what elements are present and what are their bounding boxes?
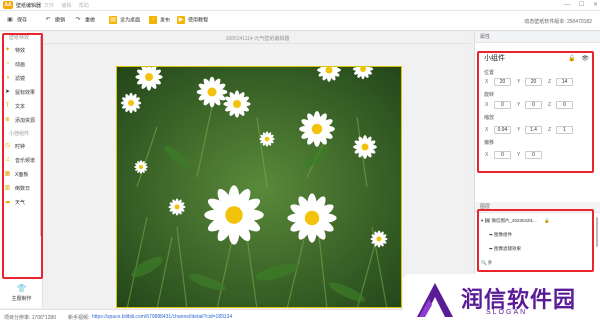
wand-icon: ✦ — [4, 47, 11, 54]
scale-z-field[interactable]: 1 — [556, 126, 573, 134]
app-window: AA 壁纸编辑器 文件 编辑 帮助 — ☐ ✕ ▣ 保存 ↶ 撤销 ↷ 重做 ▤ 设为桌… — [0, 0, 600, 323]
set-desktop-button[interactable]: ▤ 设为桌面 — [109, 16, 140, 24]
layer-item[interactable]: ▾ 🖼 微信图片_2023042l1... 🔒 — [481, 218, 550, 224]
weather-icon: ☁ — [4, 199, 11, 206]
position-label: 位置 — [484, 70, 495, 76]
offset-label: 偏移 — [484, 140, 495, 146]
search-icon: 🔍 — [481, 260, 487, 265]
title-bar: AA 壁纸编辑器 文件 编辑 帮助 — ☐ ✕ — [0, 0, 600, 11]
lock-icon[interactable]: 🔓 — [568, 56, 575, 62]
sidebar-item-add-resource[interactable]: ⊕ 添加资源 — [0, 114, 42, 128]
tutorial-icon: ▶ — [177, 16, 185, 24]
add-resource-icon: ⊕ — [4, 117, 11, 124]
sidebar-item-effects[interactable]: ✦ 特效 — [0, 44, 42, 58]
publish-icon: ↑ — [149, 16, 157, 24]
text-icon: T — [5, 103, 10, 110]
shirt-icon: 👕 — [16, 284, 27, 293]
menu-edit[interactable]: 编辑 — [61, 3, 71, 9]
layer-item[interactable]: 🔍 外 — [481, 260, 492, 266]
canvas-divider — [44, 43, 471, 44]
right-panel: 属性 小组件 🔓 👁 位置 X 20 Y 20 Z 14 旋转 X0 Y0 Z0 缩放… — [474, 32, 600, 308]
sidebar-item-filter[interactable]: ◑ 滤镜 — [0, 72, 42, 86]
left-panel: 壁纸特效 ✦ 特效 ◔ 动画 ◑ 滤镜 ➤ 鼠标效果 T 文本 ⊕ 添加资源 小挂组件 ◷ 时… — [0, 32, 43, 308]
layer-item[interactable]: ➥ 图像滤镜效果 — [489, 246, 521, 252]
rotation-y-field[interactable]: 0 — [525, 101, 542, 109]
sidebar-item-animation[interactable]: ◔ 动画 — [0, 58, 42, 72]
version-text: 动态壁纸软件版本: 250470182 — [524, 19, 592, 25]
minimize-icon[interactable]: — — [564, 2, 570, 8]
arrow-icon: ➥ — [489, 246, 493, 251]
publish-button[interactable]: ↑ 发布 — [149, 16, 170, 24]
set-desktop-icon: ▤ — [109, 16, 117, 24]
maximize-icon[interactable]: ☐ — [579, 2, 584, 8]
wallpaper-image[interactable] — [116, 66, 402, 308]
position-z-field[interactable]: 14 — [556, 78, 573, 86]
panel-icon: ▦ — [4, 171, 11, 178]
group-title-widgets: 小挂组件 — [9, 131, 30, 137]
sidebar-item-clock[interactable]: ◷ 时钟 — [0, 140, 42, 154]
filter-icon: ◑ — [5, 75, 10, 82]
redo-icon: ↷ — [75, 17, 81, 23]
toolbar: ▣ 保存 ↶ 撤销 ↷ 重做 ▤ 设为桌面 ↑ 发布 ▶ 使用教程 动态壁纸软件版本: 25… — [0, 11, 600, 31]
undo-button[interactable]: ↶ 撤销 — [44, 16, 65, 24]
sidebar-item-text[interactable]: T 文本 — [0, 100, 42, 114]
canvas-area: 1685241114-元气壁纸编辑器 — [44, 32, 471, 308]
save-icon: ▣ — [7, 17, 13, 23]
tutorial-label: 新手视频: — [68, 315, 90, 321]
sidebar-item-countdown[interactable]: ▥ 倒数日 — [0, 182, 42, 196]
resolution-text: 项目分辨率: 1706*1280 — [4, 315, 56, 321]
rotation-x-field[interactable]: 0 — [494, 101, 511, 109]
scale-x-field[interactable]: 0.94 — [494, 126, 511, 134]
widget-icons: 🔓 👁 — [564, 55, 589, 62]
watermark-logo: 润信软件园 SLOGAN — [403, 274, 600, 323]
canvas-title: 1685241114-元气壁纸编辑器 — [225, 36, 290, 42]
tutorial-link[interactable]: https://space.bilibili.com/670888431/cha… — [92, 314, 232, 320]
rotation-label: 旋转 — [484, 92, 495, 98]
redo-button[interactable]: ↷ 重做 — [74, 16, 95, 24]
animation-icon: ◔ — [5, 61, 10, 68]
eye-icon[interactable]: 👁 — [581, 56, 589, 62]
cursor-icon: ➤ — [4, 89, 11, 96]
arrow-icon: ➥ — [489, 232, 493, 237]
offset-y-field[interactable]: 0 — [525, 151, 542, 159]
widget-name: 小组件 — [484, 55, 505, 62]
watermark-subtitle: SLOGAN — [486, 309, 528, 316]
window-controls: — ☐ ✕ — [557, 1, 598, 8]
scale-y-field[interactable]: 1.4 — [525, 126, 542, 134]
app-logo: AA — [3, 1, 13, 9]
layers-header: 图层 — [475, 202, 600, 213]
app-title: 壁纸编辑器 — [16, 3, 42, 9]
tutorial-button[interactable]: ▶ 使用教程 — [177, 16, 208, 24]
menu-help[interactable]: 帮助 — [79, 3, 89, 9]
layer-item[interactable]: ➥ 图像组件 — [489, 232, 512, 238]
scale-label: 缩放 — [484, 115, 495, 121]
clock-icon: ◷ — [4, 143, 11, 150]
daisy-photo — [117, 67, 401, 307]
close-icon[interactable]: ✕ — [593, 2, 598, 8]
left-scrollbar[interactable] — [40, 36, 42, 236]
offset-x-field[interactable]: 0 — [494, 151, 511, 159]
save-button[interactable]: ▣ 保存 — [6, 16, 27, 24]
theme-make-button[interactable]: 👕 主题制作 — [0, 284, 43, 302]
sidebar-item-music[interactable]: ♫ 音乐频谱 — [0, 154, 42, 168]
properties-header: 属性 — [475, 32, 600, 43]
sidebar-item-weather[interactable]: ☁ 天气 — [0, 196, 42, 210]
sidebar-item-cursor[interactable]: ➤ 鼠标效果 — [0, 86, 42, 100]
calendar-icon: ▥ — [4, 185, 11, 192]
lock-icon[interactable]: 🔒 — [544, 218, 550, 223]
right-scrollbar[interactable] — [596, 217, 598, 247]
rotation-z-field[interactable]: 0 — [556, 101, 573, 109]
menu-file[interactable]: 文件 — [44, 3, 54, 9]
brand-logo-icon — [417, 283, 453, 317]
menu-bar: 文件 编辑 帮助 — [44, 2, 95, 9]
undo-icon: ↶ — [45, 17, 51, 23]
position-x-field[interactable]: 20 — [494, 78, 511, 86]
music-icon: ♫ — [5, 157, 10, 164]
image-layer-icon: 🖼 — [484, 218, 491, 223]
sidebar-item-panel[interactable]: ▦ X面板 — [0, 168, 42, 182]
group-title-effects: 壁纸特效 — [9, 35, 30, 41]
position-y-field[interactable]: 20 — [525, 78, 542, 86]
